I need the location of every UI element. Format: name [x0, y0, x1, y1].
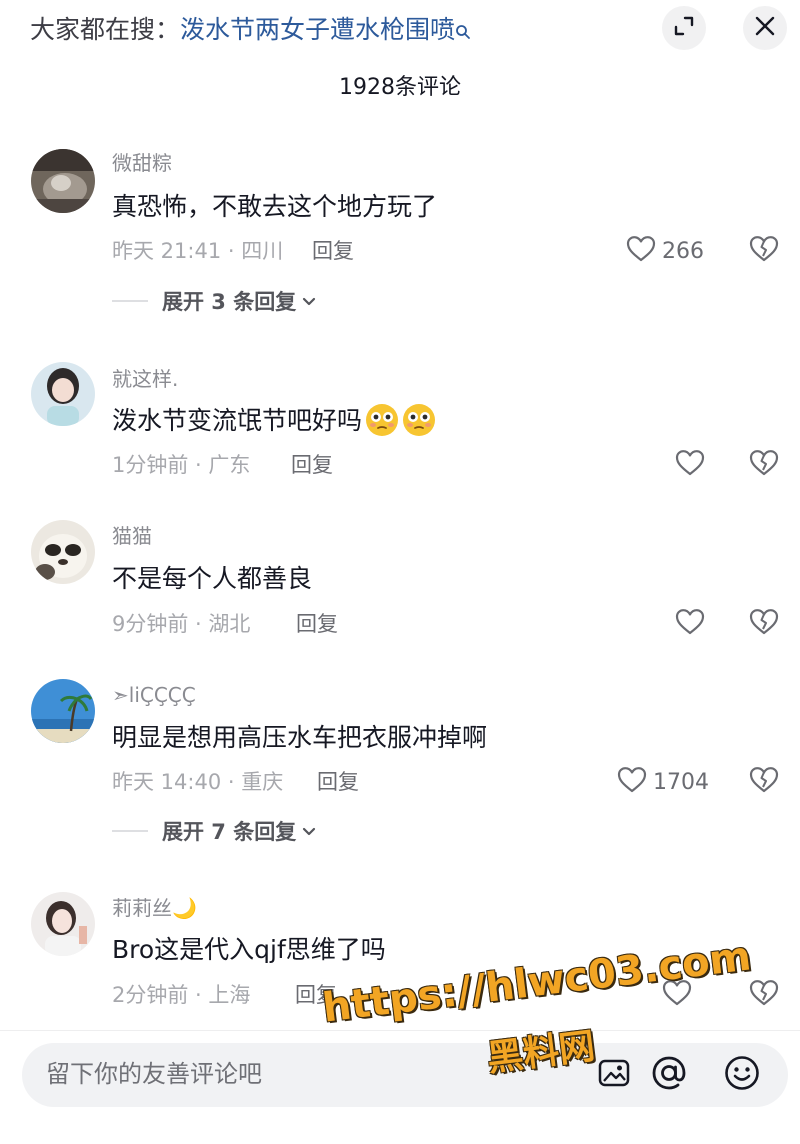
comment-text-body: 泼水节变流氓节吧好吗: [112, 406, 363, 435]
dislike-button[interactable]: [747, 607, 781, 641]
dislike-button[interactable]: [747, 978, 781, 1012]
expand-replies-label: 展开 7 条回复: [162, 820, 297, 844]
like-count: 1704: [653, 769, 709, 795]
comment-input-bar: 留下你的友善评论吧: [0, 1030, 800, 1144]
at-icon: [651, 1055, 687, 1095]
like-count: 266: [662, 238, 704, 264]
comment-username[interactable]: 就这样.: [112, 366, 178, 392]
avatar[interactable]: [31, 892, 95, 956]
chevron-down-icon: [302, 822, 316, 841]
expand-button[interactable]: [662, 6, 706, 50]
like-button[interactable]: 1704: [617, 765, 709, 799]
chevron-down-icon: [302, 292, 316, 311]
reply-button[interactable]: 回复: [295, 980, 337, 1010]
comment-username[interactable]: 莉莉丝🌙: [112, 895, 197, 921]
heart-icon: [675, 449, 705, 481]
emoji-icon: [724, 1055, 760, 1095]
comment-text: 泼水节变流氓节吧好吗: [112, 403, 436, 439]
comment-meta: 2分钟前 · 上海: [112, 983, 251, 1007]
expand-replies-button[interactable]: 展开 7 条回复: [112, 816, 316, 846]
trending-search-hint[interactable]: 大家都在搜：泼水节两女子遭水枪围喷: [30, 14, 471, 48]
reply-button[interactable]: 回复: [296, 609, 338, 639]
comment-input[interactable]: 留下你的友善评论吧: [22, 1043, 788, 1107]
comment-username[interactable]: 微甜粽: [112, 150, 172, 176]
avatar[interactable]: [31, 520, 95, 584]
broken-heart-icon: [749, 766, 779, 798]
like-button[interactable]: 266: [626, 234, 704, 268]
broken-heart-icon: [749, 235, 779, 267]
broken-heart-icon: [749, 449, 779, 481]
heart-icon: [617, 766, 647, 798]
dislike-button[interactable]: [747, 234, 781, 268]
comment-text: 不是每个人都善良: [112, 564, 313, 593]
comment-meta: 昨天 14:40 · 重庆: [112, 770, 284, 794]
like-button[interactable]: [675, 448, 705, 482]
comment-input-placeholder: 留下你的友善评论吧: [46, 1060, 262, 1088]
broken-heart-icon: [749, 608, 779, 640]
trending-prefix: 大家都在搜：: [30, 15, 181, 44]
image-icon: [598, 1058, 630, 1092]
close-icon: [754, 15, 776, 41]
like-button[interactable]: [662, 978, 692, 1012]
divider-line: [112, 830, 148, 832]
like-button[interactable]: [675, 607, 705, 641]
emoji-button[interactable]: [722, 1055, 762, 1095]
expand-replies-button[interactable]: 展开 3 条回复: [112, 286, 316, 316]
comment-username[interactable]: 猫猫: [112, 523, 152, 549]
mention-button[interactable]: [649, 1055, 689, 1095]
comment-meta: 9分钟前 · 湖北: [112, 612, 251, 636]
search-icon: [455, 16, 471, 48]
reply-button[interactable]: 回复: [317, 767, 359, 797]
flushed-emoji-icon: [402, 403, 436, 437]
avatar[interactable]: [31, 679, 95, 743]
reply-button[interactable]: 回复: [312, 236, 354, 266]
comment-text: Bro这是代入qjf思维了吗: [112, 935, 386, 964]
expand-icon: [673, 15, 695, 41]
heart-icon: [662, 979, 692, 1011]
avatar[interactable]: [31, 149, 95, 213]
dislike-button[interactable]: [747, 448, 781, 482]
divider-line: [112, 300, 148, 302]
comment-meta: 昨天 21:41 · 四川: [112, 239, 284, 263]
comment-count-title: 1928条评论: [339, 75, 461, 100]
comment-text: 真恐怖，不敢去这个地方玩了: [112, 192, 438, 221]
comment-text: 明显是想用高压水车把衣服冲掉啊: [112, 723, 488, 752]
dislike-button[interactable]: [747, 765, 781, 799]
heart-icon: [626, 235, 656, 267]
expand-replies-label: 展开 3 条回复: [162, 290, 297, 314]
flushed-emoji-icon: [365, 403, 399, 437]
top-bar: 大家都在搜：泼水节两女子遭水枪围喷: [0, 0, 800, 60]
trending-query-link[interactable]: 泼水节两女子遭水枪围喷: [180, 15, 455, 44]
broken-heart-icon: [749, 979, 779, 1011]
avatar[interactable]: [31, 362, 95, 426]
image-button[interactable]: [594, 1055, 634, 1095]
heart-icon: [675, 608, 705, 640]
comment-username[interactable]: ➣liÇÇÇÇ: [112, 682, 196, 708]
close-button[interactable]: [743, 6, 787, 50]
reply-button[interactable]: 回复: [291, 450, 333, 480]
comment-meta: 1分钟前 · 广东: [112, 453, 251, 477]
